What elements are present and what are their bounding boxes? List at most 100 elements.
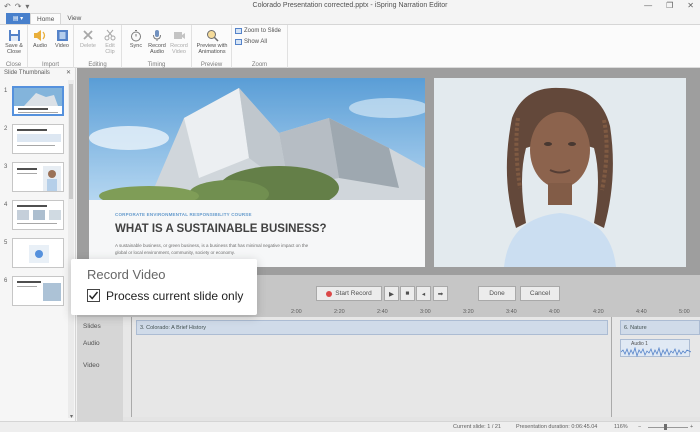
scissors-icon [103,28,117,42]
record-video-button[interactable]: Record Video [167,28,191,55]
zoom-level: 116% [614,424,628,430]
zoom-in-icon[interactable]: + [690,424,693,430]
start-record-label: Start Record [335,290,372,297]
zoom-out-icon[interactable]: − [638,424,641,430]
save-close-button[interactable]: Save & Close [2,28,26,55]
preview-label: Preview with Animations [196,43,228,55]
zoom-slide-icon [235,28,242,34]
scrollbar-thumb[interactable] [69,84,73,199]
done-label: Done [489,290,505,297]
video-track-label: Video [83,362,100,369]
preview-icon [205,28,219,42]
edit-clip-button[interactable]: Edit Clip [98,28,122,55]
zoom-slider[interactable] [648,427,688,428]
maximize-icon[interactable]: ❐ [666,1,673,10]
timeline-tick: 4:00 [549,309,560,315]
panel-close-icon[interactable]: ✕ [66,69,71,76]
zoom-to-slide-label: Zoom to Slide [244,28,282,34]
timeline: Slides Audio Video 2:00 2:20 2:40 3:00 3… [77,309,700,421]
slide-heading: WHAT IS A SUSTAINABLE BUSINESS? [115,223,327,235]
microphone-icon [150,28,164,42]
window-controls: — ❐ ✕ [644,1,694,10]
panel-header: Slide Thumbnails ✕ [0,68,75,78]
cancel-label: Cancel [529,290,551,297]
audio-track-label: Audio [83,340,100,347]
thumbnail-slide-4[interactable] [12,200,64,230]
play-button[interactable]: ▶ [384,286,399,301]
zoom-to-slide-button[interactable]: Zoom to Slide [235,28,281,34]
slide-clip-label: 3. Colorado: A Brief History [140,325,207,331]
slide-thumbnails-panel: Slide Thumbnails ✕ 1 2 3 4 5 6 ▾ [0,68,76,421]
delete-icon [81,28,95,42]
scroll-down-icon[interactable]: ▾ [70,413,73,420]
ribbon-tabs: ▤ ▾ Home View [0,13,700,24]
timeline-tick: 2:40 [377,309,388,315]
ribbon-group-timing: Sync Record Audio Record Video Timing [122,25,192,69]
ribbon: Save & Close Close Audio Video Import De… [0,24,700,69]
thumbnail-number: 4 [4,202,8,208]
next-slide-button[interactable]: ➡ [433,286,448,301]
ribbon-group-preview: Preview with Animations Preview [192,25,232,69]
slides-track-label: Slides [83,323,101,330]
zoom-slider-thumb[interactable] [664,424,667,430]
close-icon[interactable]: ✕ [687,1,694,10]
popup-title: Record Video [87,267,166,282]
playhead-line[interactable] [131,317,132,417]
start-record-button[interactable]: Start Record [316,286,382,301]
process-current-slide-checkbox[interactable] [87,289,100,302]
timeline-tick: 4:40 [636,309,647,315]
import-audio-button[interactable]: Audio [28,28,52,49]
thumbnail-slide-1[interactable] [12,86,64,116]
timeline-track-area[interactable]: 2:00 2:20 2:40 3:00 3:20 3:40 4:00 4:20 … [123,309,700,417]
slide-text-area: CORPORATE ENVIRONMENTAL RESPONSIBILITY C… [89,200,425,267]
menu-icon: ▤ ▾ [12,16,24,22]
sync-label: Sync [129,43,143,49]
show-all-button[interactable]: Show All [235,39,267,45]
thumbnail-slide-2[interactable] [12,124,64,154]
record-audio-button[interactable]: Record Audio [145,28,169,55]
previous-icon: ◂ [421,290,426,298]
slide-photo [89,78,425,200]
ribbon-group-close: Save & Close Close [0,25,28,69]
current-slide-status: Current slide: 1 / 21 [453,424,501,430]
checkbox-label: Process current slide only [106,289,244,303]
slide-boundary-line [611,317,612,417]
audio-clip[interactable]: Audio 1 [620,339,691,357]
video-label: Video [55,43,69,49]
import-video-button[interactable]: Video [50,28,74,49]
slide-clip[interactable]: 6. Nature [620,320,700,335]
thumbnail-slide-3[interactable] [12,162,64,192]
thumbnails-scrollbar[interactable] [68,80,74,418]
show-all-label: Show All [244,39,268,45]
speaker-icon [33,28,47,42]
duration-status: Presentation duration: 0:06:45.04 [516,424,598,430]
delete-button[interactable]: Delete [76,28,100,49]
title-bar: ↶ ↷ ▾ Colorado Presentation corrected.pp… [0,0,700,13]
tab-view[interactable]: View [61,13,87,24]
thumbnail-slide-5[interactable] [12,238,64,268]
ribbon-group-zoom: Zoom to Slide Show All Zoom [232,25,288,69]
preview-animations-button[interactable]: Preview with Animations [194,28,230,55]
stop-button[interactable]: ■ [400,286,415,301]
record-video-label: Record Video [170,43,188,55]
done-button[interactable]: Done [478,286,516,301]
status-bar: Current slide: 1 / 21 Presentation durat… [0,421,700,432]
checkmark-icon [88,291,99,300]
slide-clip[interactable]: 3. Colorado: A Brief History [136,320,608,335]
record-video-popup: Record Video Process current slide only [71,259,257,315]
ribbon-group-import: Audio Video Import [28,25,74,69]
slide-preview: CORPORATE ENVIRONMENTAL RESPONSIBILITY C… [89,78,425,267]
minimize-icon[interactable]: — [644,1,652,10]
timeline-tick: 3:00 [420,309,431,315]
video-preview [434,78,686,267]
cancel-button[interactable]: Cancel [520,286,560,301]
timeline-tick: 3:40 [506,309,517,315]
stop-icon: ■ [405,290,410,297]
timeline-tick: 3:20 [463,309,474,315]
previous-slide-button[interactable]: ◂ [416,286,431,301]
thumbnail-number: 3 [4,164,8,170]
file-menu-button[interactable]: ▤ ▾ [6,13,30,24]
film-icon [55,28,69,42]
tab-home[interactable]: Home [30,13,62,24]
thumbnail-slide-6[interactable] [12,276,64,306]
